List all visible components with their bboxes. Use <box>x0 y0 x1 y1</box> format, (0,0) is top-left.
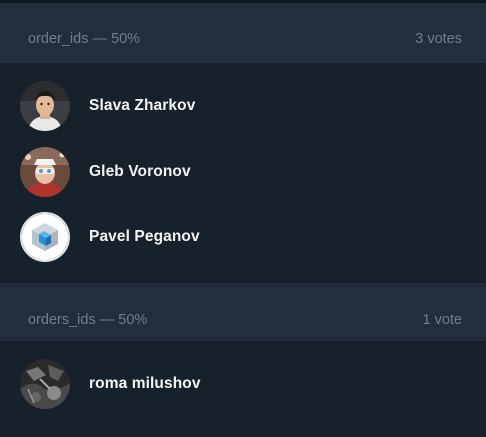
voter-item[interactable]: Pavel Peganov <box>0 204 486 270</box>
vote-count: 3 votes <box>415 31 462 47</box>
bottom-area <box>0 414 486 437</box>
photo-avatar-icon <box>20 81 70 131</box>
voter-item[interactable]: Slava Zharkov <box>0 73 486 139</box>
voter-name: Pavel Peganov <box>89 228 200 245</box>
option-title: orders_ids — 50% <box>28 312 148 328</box>
photo-avatar-icon <box>20 359 70 409</box>
vote-count: 1 vote <box>422 312 463 328</box>
voter-item[interactable]: Gleb Voronov <box>0 139 486 205</box>
poll-option-header[interactable]: order_ids — 50% 3 votes <box>0 3 486 63</box>
option-title: order_ids — 50% <box>28 31 141 47</box>
cube-logo-avatar-icon <box>20 212 70 262</box>
photo-avatar-icon <box>20 147 70 197</box>
poll-option-header[interactable]: orders_ids — 50% 1 vote <box>0 283 486 341</box>
voter-name: Slava Zharkov <box>89 97 196 114</box>
voter-name: Gleb Voronov <box>89 163 191 180</box>
voter-name: roma milushov <box>89 375 201 392</box>
voter-item[interactable]: roma milushov <box>0 351 486 417</box>
